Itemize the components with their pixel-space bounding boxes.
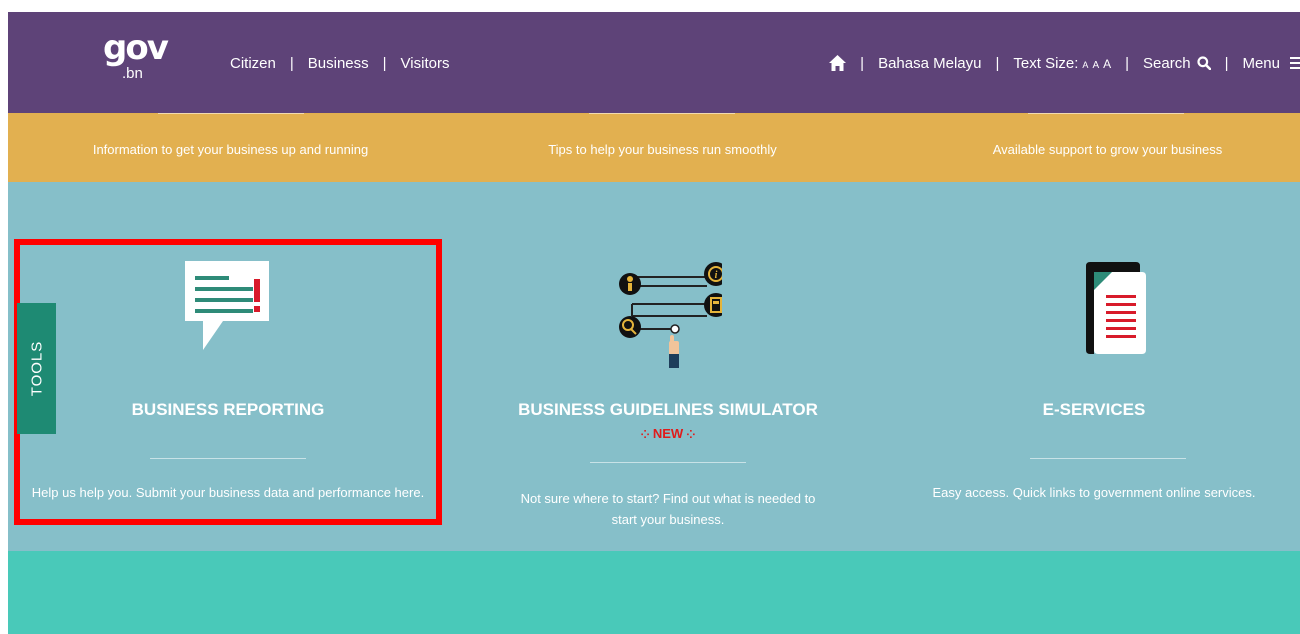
band-divider: [158, 113, 304, 114]
report-speech-bubble-icon: [185, 261, 269, 350]
start-business-caption[interactable]: Information to get your business up and …: [8, 142, 453, 157]
hamburger-menu-icon: [1290, 55, 1300, 71]
bottom-section: [8, 551, 1300, 634]
card-description: Easy access. Quick links to government o…: [932, 485, 1256, 500]
sparkle-icon: ⁘: [640, 429, 653, 441]
search-label: Search: [1143, 54, 1191, 72]
tools-side-tab[interactable]: TOOLS: [17, 303, 56, 434]
card-title: BUSINESS GUIDELINES SIMULATOR: [518, 400, 818, 419]
search-button[interactable]: Search: [1143, 55, 1211, 72]
audience-nav: Citizen | Business | Visitors: [230, 52, 449, 74]
tools-cards-section: BUSINESS REPORTING Help us help you. Sub…: [8, 182, 1300, 551]
text-size-control: Text Size: A A A: [1013, 55, 1111, 72]
logo-sub-text: .bn: [122, 65, 143, 82]
card-title: BUSINESS REPORTING: [131, 400, 325, 419]
nav-citizen-link[interactable]: Citizen: [230, 55, 276, 72]
menu-label: Menu: [1242, 54, 1280, 72]
business-guidelines-simulator-card[interactable]: i BUSINESS GUIDELINES SIMULATOR ⁘ NEW ⁘: [448, 182, 888, 551]
gov-bn-logo[interactable]: gov .bn: [103, 31, 169, 87]
band-divider: [1028, 113, 1184, 114]
card-title: E-SERVICES: [1042, 400, 1146, 419]
nav-separator: |: [289, 54, 294, 72]
nav-separator: |: [1224, 54, 1229, 72]
nav-separator: |: [1125, 54, 1130, 72]
run-business-caption[interactable]: Tips to help your business run smoothly: [440, 142, 885, 157]
text-size-label: Text Size:: [1013, 54, 1079, 72]
business-categories-band: Information to get your business up and …: [8, 113, 1300, 182]
new-badge: ⁘ NEW ⁘: [448, 426, 888, 441]
search-icon: [1196, 56, 1211, 70]
card-divider: [1030, 458, 1186, 459]
document-icon: [1086, 262, 1146, 354]
nav-separator: |: [860, 54, 865, 72]
text-size-large-button[interactable]: A: [1103, 57, 1111, 71]
card-description: Not sure where to start? Find out what i…: [520, 491, 816, 527]
grow-business-caption[interactable]: Available support to grow your business: [885, 142, 1300, 157]
card-description: Help us help you. Submit your business d…: [31, 485, 425, 500]
menu-button[interactable]: Menu: [1242, 55, 1300, 72]
svg-text:i: i: [715, 270, 718, 281]
text-size-medium-button[interactable]: A: [1092, 60, 1099, 71]
sparkle-icon: ⁘: [683, 429, 696, 441]
page: gov .bn Citizen | Business | Visitors | …: [8, 12, 1300, 634]
card-divider: [590, 462, 746, 463]
nav-separator: |: [995, 54, 1000, 72]
tools-tab-label: TOOLS: [28, 340, 46, 397]
text-size-small-button[interactable]: A: [1082, 60, 1088, 70]
home-icon[interactable]: [829, 55, 847, 71]
nav-separator: |: [382, 54, 387, 72]
top-navbar: gov .bn Citizen | Business | Visitors | …: [8, 12, 1300, 113]
nav-business-link[interactable]: Business: [308, 55, 369, 72]
new-badge-label: NEW: [652, 426, 684, 441]
business-reporting-card[interactable]: BUSINESS REPORTING Help us help you. Sub…: [8, 182, 448, 551]
nav-visitors-link[interactable]: Visitors: [401, 55, 450, 72]
language-switch-link[interactable]: Bahasa Melayu: [878, 55, 981, 72]
band-divider: [589, 113, 735, 114]
guidelines-flow-icon: i: [619, 262, 722, 368]
utility-nav: | Bahasa Melayu | Text Size: A A A | Sea…: [829, 52, 1300, 74]
e-services-card[interactable]: E-SERVICES Easy access. Quick links to g…: [888, 182, 1300, 551]
card-divider: [150, 458, 306, 459]
logo-main-text: gov: [103, 28, 169, 68]
